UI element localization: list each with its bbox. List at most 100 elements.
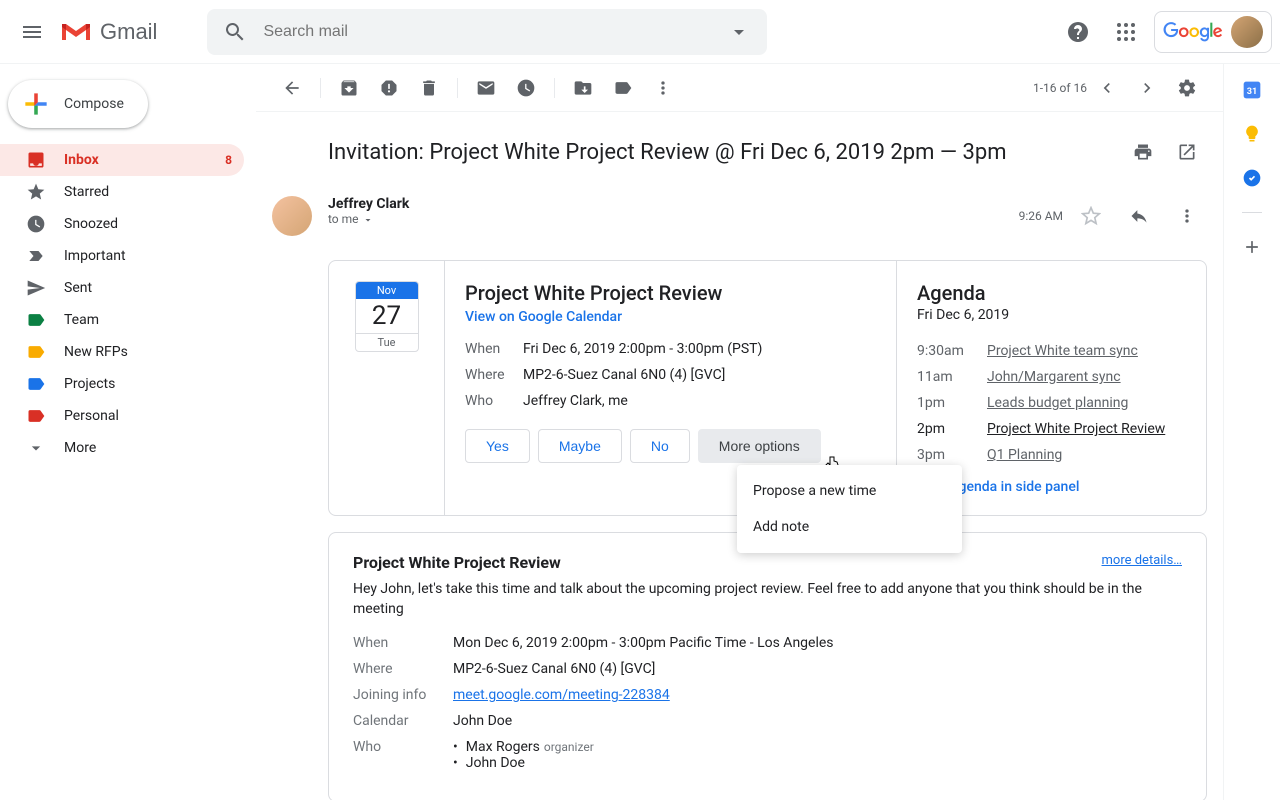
rsvp-no-button[interactable]: No [630, 429, 690, 463]
agenda-item[interactable]: 2pmProject White Project Review [917, 421, 1186, 437]
compose-button[interactable]: Compose [8, 80, 148, 128]
sender-to[interactable]: to me [328, 212, 1019, 226]
sidebar: Compose Inbox 8 Starred Snoozed Importan… [0, 64, 256, 800]
search-input[interactable] [255, 23, 719, 41]
agenda-event-link[interactable]: John/Margarent sync [987, 369, 1121, 385]
pagination-text: 1-16 of 16 [1033, 81, 1087, 95]
agenda-event-link[interactable]: Leads budget planning [987, 395, 1128, 411]
message-more-button[interactable] [1167, 196, 1207, 236]
nav-label: New RFPs [64, 344, 128, 360]
support-button[interactable] [1058, 12, 1098, 52]
nav-label: Important [64, 248, 126, 264]
calendar-app-button[interactable]: 31 [1242, 80, 1262, 100]
label-icon [26, 374, 46, 394]
delete-button[interactable] [409, 68, 449, 108]
where-value: MP2-6-Suez Canal 6N0 (4) [GVC] [523, 367, 725, 383]
labels-button[interactable] [603, 68, 643, 108]
popout-button[interactable] [1167, 132, 1207, 172]
sidebar-item-projects[interactable]: Projects [0, 368, 244, 400]
search-icon-button[interactable] [215, 12, 255, 52]
gmail-icon [60, 20, 92, 44]
gmail-logo[interactable]: Gmail [60, 19, 157, 45]
sidebar-item-more[interactable]: More [0, 432, 244, 464]
when-label: When [465, 341, 523, 357]
details-calendar-label: Calendar [353, 713, 453, 729]
print-button[interactable] [1123, 132, 1163, 172]
mail-icon [476, 78, 496, 98]
calendar-icon: 31 [1242, 80, 1262, 100]
agenda-date: Fri Dec 6, 2019 [917, 307, 1186, 323]
details-joining-label: Joining info [353, 687, 453, 703]
help-icon [1066, 20, 1090, 44]
nav-label: Starred [64, 184, 109, 200]
reply-button[interactable] [1119, 196, 1159, 236]
send-icon [26, 278, 46, 298]
agenda-item[interactable]: 11amJohn/Margarent sync [917, 369, 1186, 385]
chevron-down-icon [362, 214, 374, 226]
view-calendar-link[interactable]: View on Google Calendar [465, 309, 876, 325]
agenda-item[interactable]: 1pmLeads budget planning [917, 395, 1186, 411]
agenda-event-link[interactable]: Project White team sync [987, 343, 1138, 359]
sidebar-item-inbox[interactable]: Inbox 8 [0, 144, 244, 176]
sender-name: Jeffrey Clark [328, 196, 1019, 212]
star-outline-icon [1081, 206, 1101, 226]
more-button[interactable] [643, 68, 683, 108]
agenda-item[interactable]: 9:30amProject White team sync [917, 343, 1186, 359]
mark-unread-button[interactable] [466, 68, 506, 108]
agenda-event-link[interactable]: Project White Project Review [987, 421, 1165, 437]
when-value: Fri Dec 6, 2019 2:00pm - 3:00pm (PST) [523, 341, 762, 357]
more-details-link[interactable]: more details… [1102, 553, 1183, 572]
sidebar-item-snoozed[interactable]: Snoozed [0, 208, 244, 240]
sidebar-item-sent[interactable]: Sent [0, 272, 244, 304]
folder-move-icon [573, 78, 593, 98]
back-button[interactable] [272, 68, 312, 108]
tasks-app-button[interactable] [1242, 168, 1262, 188]
sidebar-item-important[interactable]: Important [0, 240, 244, 272]
svg-text:31: 31 [1247, 87, 1258, 97]
sidebar-item-newrfps[interactable]: New RFPs [0, 336, 244, 368]
search-bar[interactable] [207, 9, 767, 55]
agenda-item[interactable]: 3pmQ1 Planning [917, 447, 1186, 463]
prev-page-button[interactable] [1087, 68, 1127, 108]
details-where-label: Where [353, 661, 453, 677]
sidebar-item-personal[interactable]: Personal [0, 400, 244, 432]
spam-button[interactable] [369, 68, 409, 108]
main-menu-button[interactable] [8, 8, 56, 56]
sidebar-item-starred[interactable]: Starred [0, 176, 244, 208]
sidebar-item-team[interactable]: Team [0, 304, 244, 336]
agenda-time: 1pm [917, 395, 987, 411]
sender-avatar [272, 196, 312, 236]
search-options-button[interactable] [719, 12, 759, 52]
label-icon [613, 78, 633, 98]
agenda-time: 11am [917, 369, 987, 385]
chevron-left-icon [1097, 78, 1117, 98]
apps-button[interactable] [1106, 12, 1146, 52]
keep-app-button[interactable] [1242, 124, 1262, 144]
nav-label: Team [64, 312, 99, 328]
date-month: Nov [356, 282, 418, 299]
arrow-back-icon [282, 78, 302, 98]
next-page-button[interactable] [1127, 68, 1167, 108]
add-app-button[interactable] [1242, 237, 1262, 257]
settings-button[interactable] [1167, 68, 1207, 108]
add-note-option[interactable]: Add note [737, 509, 962, 545]
archive-button[interactable] [329, 68, 369, 108]
app-name: Gmail [100, 19, 157, 45]
propose-time-option[interactable]: Propose a new time [737, 473, 962, 509]
event-details-card: Project White Project Review more detail… [328, 532, 1207, 800]
avatar [1231, 16, 1263, 48]
apps-grid-icon [1114, 20, 1138, 44]
rsvp-more-button[interactable]: More options [698, 429, 821, 463]
inbox-count: 8 [225, 153, 232, 167]
nav-label: Projects [64, 376, 115, 392]
move-button[interactable] [563, 68, 603, 108]
rsvp-yes-button[interactable]: Yes [465, 429, 530, 463]
label-icon [26, 406, 46, 426]
snooze-button[interactable] [506, 68, 546, 108]
details-when-value: Mon Dec 6, 2019 2:00pm - 3:00pm Pacific … [453, 635, 834, 651]
joining-link[interactable]: meet.google.com/meeting-228384 [453, 687, 670, 703]
star-button[interactable] [1071, 196, 1111, 236]
rsvp-maybe-button[interactable]: Maybe [538, 429, 622, 463]
account-button[interactable] [1154, 11, 1272, 53]
agenda-event-link[interactable]: Q1 Planning [987, 447, 1062, 463]
